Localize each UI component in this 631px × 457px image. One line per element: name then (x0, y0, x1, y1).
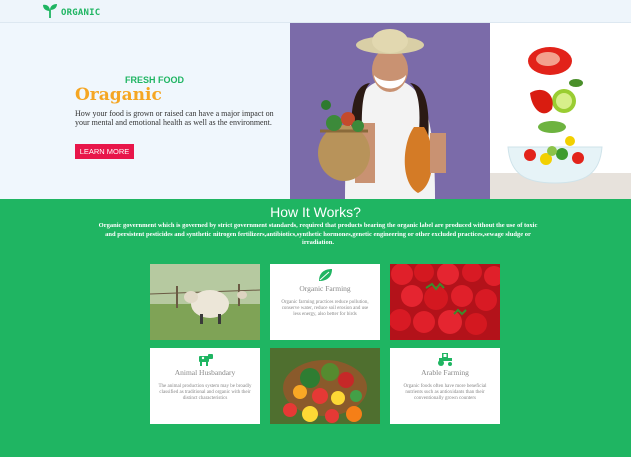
section-description: Organic government which is governed by … (98, 222, 538, 247)
animal-husbandry-card[interactable]: Animal Husbandary The animal production … (150, 348, 260, 424)
strawberries-image (390, 264, 500, 340)
how-it-works-section: How It Works? Organic government which i… (0, 199, 631, 457)
hero-title: Oraganic (75, 85, 162, 105)
section-title: How It Works? (270, 204, 361, 220)
card-text: Organic farming practices reduce polluti… (281, 300, 369, 317)
flying-vegetables-bowl-image (490, 23, 631, 199)
tractor-icon (438, 353, 452, 366)
learn-more-button[interactable]: LEARN MORE (75, 144, 134, 159)
card-title: Organic Farming (299, 284, 351, 293)
arable-farming-card[interactable]: Arable Farming Organic foods often have … (390, 348, 500, 424)
vegetable-basket-image (270, 348, 380, 424)
hero-section: FRESH FOOD Oraganic How your food is gro… (0, 23, 631, 199)
organic-farming-card[interactable]: Organic Farming Organic farming practice… (270, 264, 380, 340)
card-title: Arable Farming (421, 368, 469, 377)
hero-description: How your food is grown or raised can hav… (75, 109, 274, 127)
card-title: Animal Husbandary (174, 368, 236, 377)
woman-with-vegetables-image (290, 23, 490, 199)
navbar: ORGANIC (0, 0, 631, 23)
brand-name[interactable]: ORGANIC (61, 8, 100, 18)
hero-tagline: FRESH FOOD (125, 75, 185, 85)
cow-icon (199, 354, 213, 366)
sheep-image (150, 264, 260, 340)
sprout-icon[interactable] (42, 3, 58, 19)
card-text: The animal production system may be broa… (158, 384, 252, 401)
leaf-icon (319, 269, 332, 281)
card-text: Organic foods often have more beneficial… (403, 384, 487, 401)
